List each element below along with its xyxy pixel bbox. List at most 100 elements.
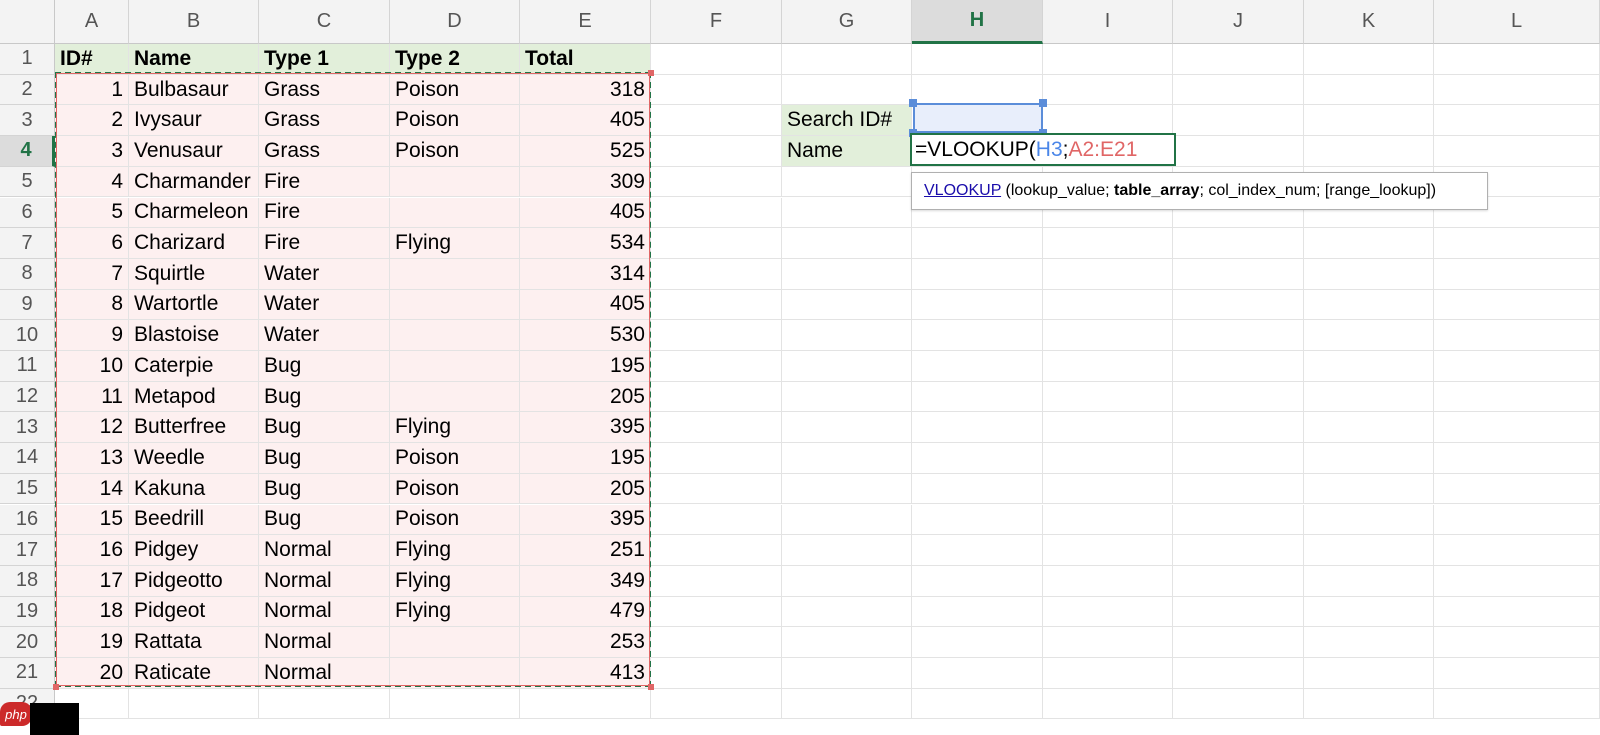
table-cell[interactable]: Poison [390,105,520,137]
cell[interactable] [1434,289,1600,321]
cell[interactable] [651,136,782,167]
cell[interactable] [1173,473,1304,505]
cell[interactable] [1173,44,1304,75]
cell[interactable] [1304,381,1434,413]
table-cell[interactable]: 205 [520,473,651,505]
range-handle-bottom-right[interactable] [648,684,654,690]
cell[interactable] [651,381,782,413]
table-cell[interactable]: 11 [55,381,129,413]
cell[interactable] [912,473,1043,505]
cell[interactable] [1434,74,1600,106]
table-cell[interactable]: Normal [259,565,390,597]
cell[interactable] [1304,688,1434,720]
row-header-20[interactable]: 20 [0,627,55,658]
table-cell[interactable]: Poison [390,443,520,474]
range-handle-bottom-left[interactable] [53,684,59,690]
cell[interactable] [1304,74,1434,106]
cell[interactable] [1173,228,1304,259]
cell[interactable] [651,504,782,536]
cell[interactable] [651,320,782,351]
cell[interactable] [651,351,782,382]
cell[interactable] [912,658,1043,689]
table-cell[interactable]: Bug [259,473,390,505]
table-cell[interactable]: Pidgeot [129,596,259,628]
table-cell[interactable]: Metapod [129,381,259,413]
row-header-11[interactable]: 11 [0,351,55,382]
cell[interactable] [782,320,912,351]
cell[interactable] [1043,228,1173,259]
table-header-cell[interactable]: ID# [55,44,129,75]
table-cell[interactable]: 7 [55,258,129,290]
table-cell[interactable]: 20 [55,658,129,689]
cell[interactable] [912,228,1043,259]
cell[interactable] [1304,44,1434,75]
cell[interactable] [912,289,1043,321]
cell[interactable] [1434,688,1600,720]
table-cell[interactable] [390,258,520,290]
cell[interactable] [782,535,912,566]
table-cell[interactable]: 395 [520,504,651,536]
table-cell[interactable]: Bulbasaur [129,74,259,106]
cell[interactable] [1434,136,1600,167]
table-cell[interactable]: Normal [259,658,390,689]
cell[interactable] [1173,136,1304,167]
table-cell[interactable]: Kakuna [129,473,259,505]
table-cell[interactable]: 525 [520,136,651,167]
row-header-6[interactable]: 6 [0,197,55,229]
table-cell[interactable]: 12 [55,412,129,444]
row-header-4[interactable]: 4 [0,136,55,167]
cell[interactable] [1173,535,1304,566]
cell[interactable] [1043,74,1173,106]
column-header-i[interactable]: I [1043,0,1173,44]
table-cell[interactable] [390,627,520,658]
column-header-k[interactable]: K [1304,0,1434,44]
table-cell[interactable]: 5 [55,197,129,229]
cell[interactable] [1434,412,1600,444]
cell[interactable] [782,443,912,474]
cell[interactable] [1043,504,1173,536]
table-cell[interactable]: Water [259,258,390,290]
table-cell[interactable]: 4 [55,166,129,198]
column-header-e[interactable]: E [520,0,651,44]
cell[interactable] [912,381,1043,413]
table-cell[interactable]: Butterfree [129,412,259,444]
row-header-19[interactable]: 19 [0,596,55,628]
table-cell[interactable]: 205 [520,381,651,413]
table-cell[interactable]: Flying [390,535,520,566]
ref-handle-top-right[interactable] [1039,99,1047,107]
table-cell[interactable] [390,289,520,321]
table-cell[interactable]: 2 [55,105,129,137]
cell[interactable] [1173,289,1304,321]
table-cell[interactable]: Charizard [129,228,259,259]
row-header-5[interactable]: 5 [0,166,55,198]
cell[interactable] [782,166,912,198]
table-cell[interactable]: Bug [259,381,390,413]
cell[interactable] [782,565,912,597]
cell[interactable] [1173,412,1304,444]
table-cell[interactable]: Grass [259,74,390,106]
row-header-16[interactable]: 16 [0,504,55,536]
table-cell[interactable]: Flying [390,565,520,597]
table-cell[interactable]: Normal [259,627,390,658]
cell[interactable] [1304,565,1434,597]
table-cell[interactable]: Flying [390,412,520,444]
column-header-g[interactable]: G [782,0,912,44]
cell[interactable] [1304,473,1434,505]
table-cell[interactable]: Charmander [129,166,259,198]
table-cell[interactable]: Squirtle [129,258,259,290]
cell[interactable] [912,504,1043,536]
table-cell[interactable]: Bug [259,351,390,382]
cell[interactable] [651,596,782,628]
cell[interactable] [1304,228,1434,259]
cell[interactable] [1304,412,1434,444]
cell[interactable] [782,74,912,106]
active-cell-h4-formula-editor[interactable]: =VLOOKUP(H3;A2:E21 [910,133,1176,166]
table-cell[interactable]: Pidgeotto [129,565,259,597]
cell[interactable] [782,289,912,321]
cell[interactable] [1304,504,1434,536]
column-header-l[interactable]: L [1434,0,1600,44]
cell[interactable] [1043,688,1173,720]
table-cell[interactable]: Normal [259,535,390,566]
cell[interactable] [1043,381,1173,413]
table-cell[interactable]: Water [259,289,390,321]
